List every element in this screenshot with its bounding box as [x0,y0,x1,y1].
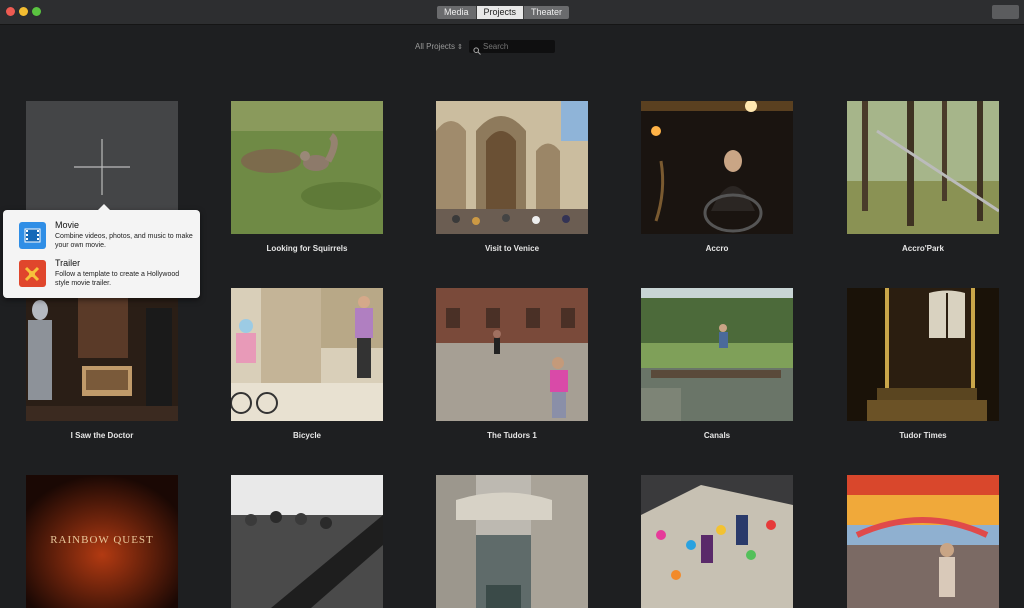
title-bar: Media Projects Theater [0,0,1024,25]
project-thumbnail [436,475,588,608]
movie-option-description: Combine videos, photos, and music to mak… [55,233,193,249]
tab-theater[interactable]: Theater [524,6,570,19]
plus-icon [74,139,130,195]
movie-film-icon [19,222,46,249]
project-thumbnail [641,475,793,608]
trailer-clapper-icon [19,260,46,287]
project-thumbnail [436,101,588,234]
project-thumbnail [847,288,999,421]
view-switcher: Media Projects Theater [437,6,570,19]
search-field[interactable] [469,40,555,55]
project-thumbnail [847,101,999,234]
project-title: The Tudors 1 [487,431,537,440]
project-thumbnail [847,475,999,608]
project-thumbnail [641,101,793,234]
project-thumbnail [436,288,588,421]
tab-media[interactable]: Media [437,6,477,19]
search-icon [473,42,481,60]
new-project-popover: Movie Combine videos, photos, and music … [3,204,200,298]
new-trailer-option[interactable]: Trailer Follow a template to create a Ho… [3,258,200,298]
project-title: Canals [703,431,731,440]
trailer-option-title: Trailer [55,258,81,268]
new-movie-option[interactable]: Movie Combine videos, photos, and music … [3,220,200,260]
project-thumbnail [231,288,383,421]
movie-option-title: Movie [55,220,80,230]
project-thumbnail: RAINBOW QUEST [26,475,178,608]
project-title: Visit to Venice [484,244,540,253]
zoom-window-button[interactable] [32,7,41,16]
close-window-button[interactable] [6,7,15,16]
minimize-window-button[interactable] [19,7,28,16]
project-title: Accro'Park [902,244,944,253]
filter-label: All Projects [415,42,456,51]
tab-projects[interactable]: Projects [476,6,525,19]
rainbow-quest-title-card: RAINBOW QUEST [50,534,154,546]
project-title: Tudor Times [899,431,947,440]
project-thumbnail [231,101,383,234]
project-thumbnail [26,288,178,421]
project-title: I Saw the Doctor [70,431,134,440]
project-thumbnail [231,475,383,608]
search-input[interactable] [483,40,553,53]
trailer-option-description: Follow a template to create a Hollywood … [55,271,180,287]
project-title: Looking for Squirrels [266,244,348,253]
project-title: Bicycle [292,431,322,440]
chevron-updown-icon: ⇕ [457,44,463,51]
project-filter-dropdown[interactable]: All Projects ⇕ [415,42,463,51]
project-thumbnail [641,288,793,421]
fullscreen-button[interactable] [992,5,1019,19]
project-title: Accro [705,244,729,253]
